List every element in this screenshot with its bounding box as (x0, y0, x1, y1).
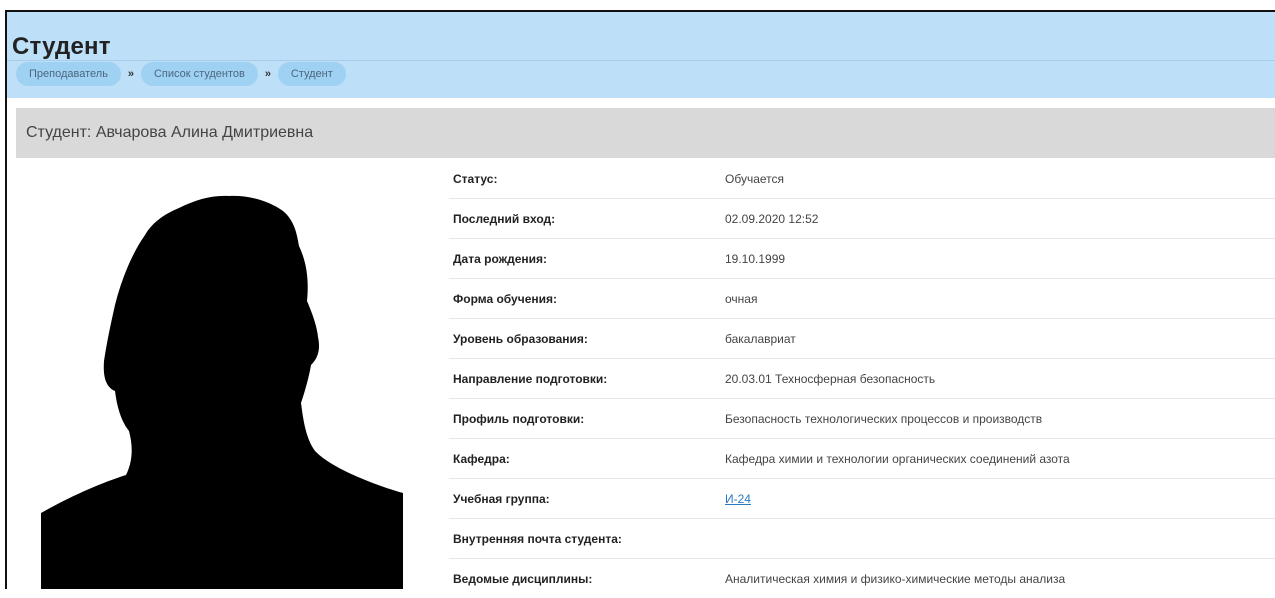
info-row-status: Статус: Обучается (449, 159, 1275, 199)
student-card-header: Студент: Авчарова Алина Дмитриевна (16, 108, 1275, 158)
info-row-last-login: Последний вход: 02.09.2020 12:52 (449, 199, 1275, 239)
breadcrumb-separator-icon: » (264, 68, 271, 80)
info-label: Направление подготовки: (453, 371, 608, 386)
info-row-profile: Профиль подготовки: Безопасность техноло… (449, 399, 1275, 439)
page-title: Студент (12, 33, 111, 60)
info-row-internal-mail: Внутренняя почта студента: (449, 519, 1275, 559)
info-value: Безопасность технологических процессов и… (725, 411, 1043, 426)
info-row-department: Кафедра: Кафедра химии и технологии орга… (449, 439, 1275, 479)
info-label: Профиль подготовки: (453, 411, 585, 426)
info-value: Аналитическая химия и физико-химические … (725, 571, 1066, 586)
info-label: Учебная группа: (453, 491, 550, 506)
info-label: Последний вход: (453, 211, 556, 226)
student-info-table: Статус: Обучается Последний вход: 02.09.… (449, 159, 1275, 598)
breadcrumb-item-student[interactable]: Студент (277, 62, 346, 86)
header-divider (7, 60, 1275, 61)
info-row-birth-date: Дата рождения: 19.10.1999 (449, 239, 1275, 279)
info-label: Дата рождения: (453, 251, 548, 266)
info-label: Статус: (453, 171, 498, 186)
info-value: бакалавриат (725, 331, 796, 346)
info-row-education-level: Уровень образования: бакалавриат (449, 319, 1275, 359)
info-row-study-form: Форма обучения: очная (449, 279, 1275, 319)
info-row-study-group: Учебная группа: И-24 (449, 479, 1275, 519)
info-value: Обучается (725, 171, 785, 186)
info-label: Ведомые дисциплины: (453, 571, 593, 586)
info-label: Кафедра: (453, 451, 510, 466)
info-value: очная (725, 291, 758, 306)
student-card: Студент: Авчарова Алина Дмитриевна Стату… (16, 108, 1275, 589)
info-value: Кафедра химии и технологии органических … (725, 451, 1070, 466)
breadcrumb-separator-icon: » (127, 68, 134, 80)
info-row-disciplines: Ведомые дисциплины: Аналитическая химия … (449, 559, 1275, 598)
study-group-link[interactable]: И-24 (725, 492, 751, 506)
info-value: 19.10.1999 (725, 251, 786, 266)
content-frame: Студент Преподаватель » Список студентов… (5, 10, 1275, 589)
page-header: Студент Преподаватель » Список студентов… (7, 12, 1275, 98)
person-silhouette-icon (41, 195, 403, 589)
breadcrumb: Преподаватель » Список студентов » Студе… (16, 62, 346, 86)
info-label: Внутренняя почта студента: (453, 531, 622, 546)
info-label: Форма обучения: (453, 291, 557, 306)
info-value: 20.03.01 Техносферная безопасность (725, 371, 936, 386)
breadcrumb-item-teacher[interactable]: Преподаватель (16, 62, 121, 86)
breadcrumb-item-students-list[interactable]: Список студентов (140, 62, 258, 86)
info-value: 02.09.2020 12:52 (725, 211, 819, 226)
info-row-direction: Направление подготовки: 20.03.01 Техносф… (449, 359, 1275, 399)
info-label: Уровень образования: (453, 331, 588, 346)
